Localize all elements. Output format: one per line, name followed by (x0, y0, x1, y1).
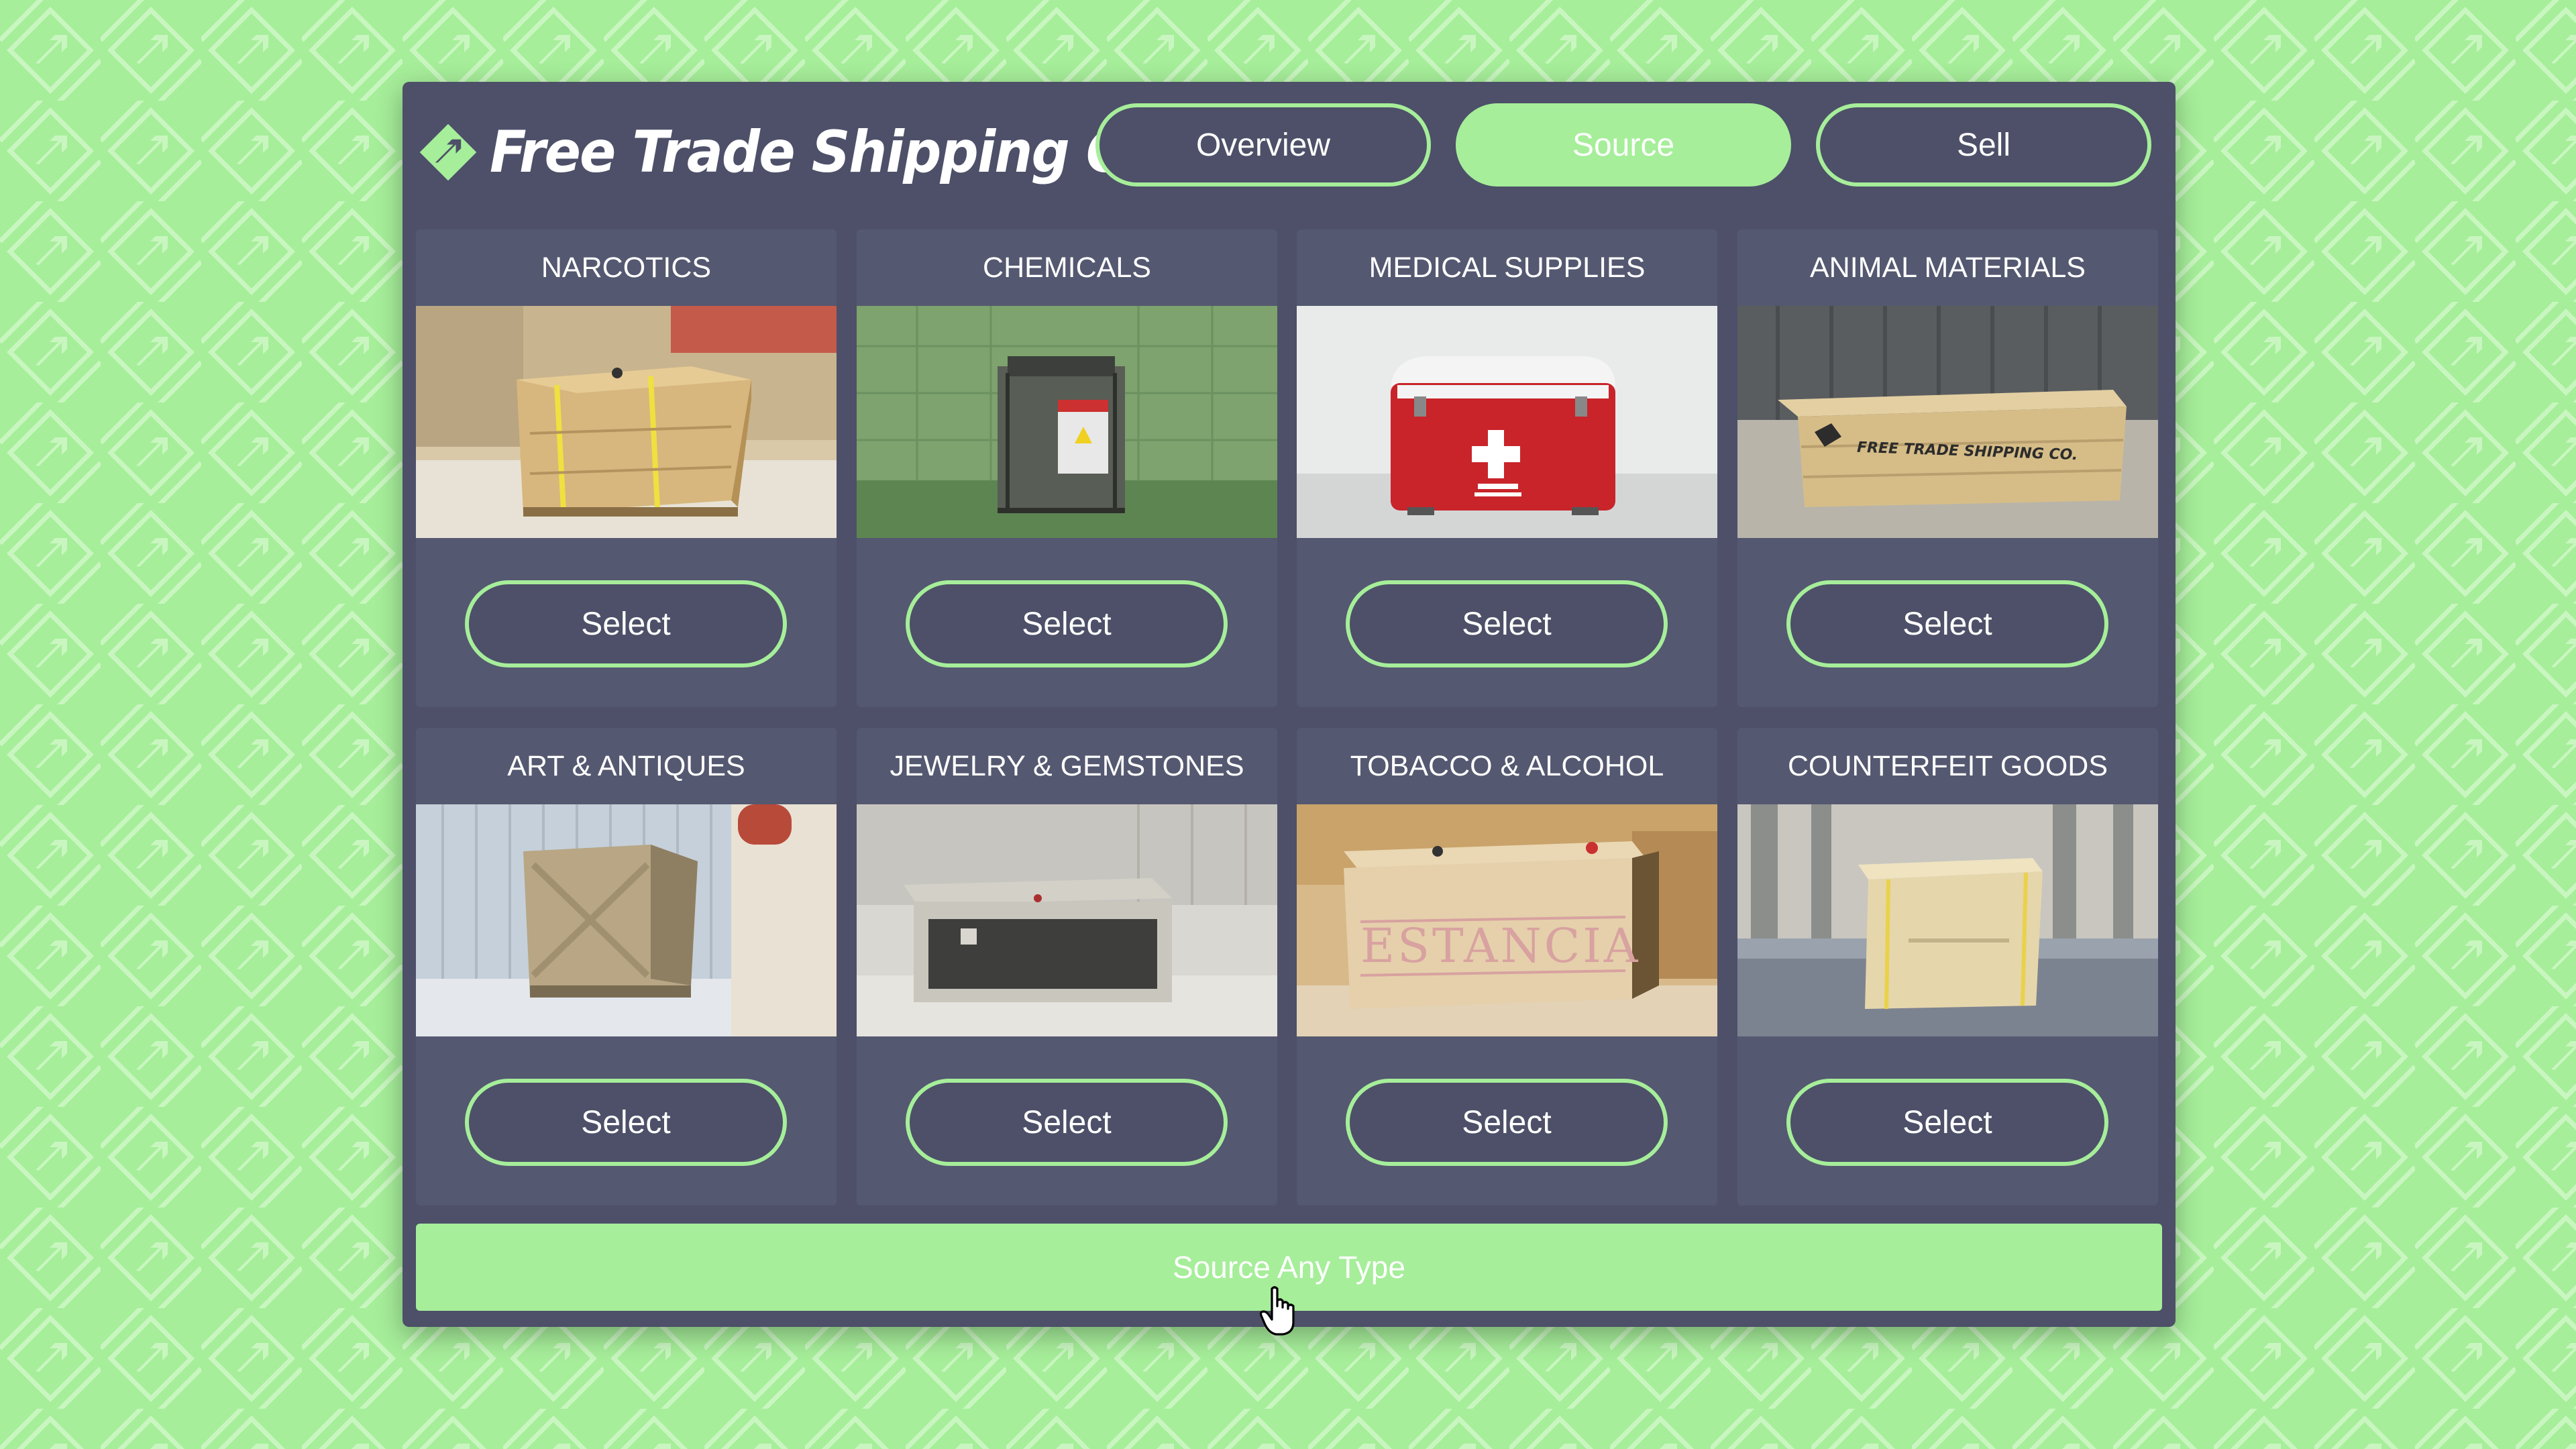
cargo-title: COUNTERFEIT GOODS (1787, 749, 2108, 782)
shipping-tag-icon (419, 123, 477, 181)
cargo-card-animal-materials: ANIMAL MATERIALS FREE TRADE SHIPPING CO.… (1737, 229, 2158, 707)
shipping-panel: Free Trade Shipping Co. Overview Source … (402, 82, 2176, 1327)
select-button-chemicals[interactable]: Select (906, 580, 1228, 667)
cargo-card-tobacco-alcohol: TOBACCO & ALCOHOL ESTANCIA Select (1297, 728, 1717, 1205)
crate-stencil: ESTANCIA (1360, 918, 1640, 973)
cargo-card-chemicals: CHEMICALS Select (857, 229, 1277, 707)
select-button-counterfeit-goods[interactable]: Select (1786, 1079, 2108, 1166)
tab-overview[interactable]: Overview (1095, 103, 1431, 186)
cargo-title: ANIMAL MATERIALS (1810, 251, 2086, 284)
wooden-crate-image (416, 306, 837, 538)
tab-sell[interactable]: Sell (1816, 103, 2151, 186)
cargo-title: NARCOTICS (541, 251, 712, 284)
cargo-card-medical-supplies: MEDICAL SUPPLIES Select (1297, 229, 1717, 707)
cargo-title: MEDICAL SUPPLIES (1368, 251, 1646, 284)
select-button-narcotics[interactable]: Select (465, 580, 787, 667)
select-button-animal-materials[interactable]: Select (1786, 580, 2108, 667)
long-crate-image: FREE TRADE SHIPPING CO. (1737, 306, 2158, 538)
cargo-card-narcotics: NARCOTICS Select (416, 229, 837, 707)
cargo-card-art-antiques: ART & ANTIQUES Select (416, 728, 837, 1205)
hand-pointer-cursor (1259, 1286, 1295, 1336)
metal-case-image (857, 804, 1277, 1036)
tab-source[interactable]: Source (1456, 103, 1791, 186)
slatted-crate-image (416, 804, 837, 1036)
cargo-title: TOBACCO & ALCOHOL (1350, 749, 1664, 782)
select-button-tobacco-alcohol[interactable]: Select (1346, 1079, 1668, 1166)
header: Free Trade Shipping Co. Overview Source … (402, 82, 2176, 223)
brand-title: Free Trade Shipping Co. (490, 119, 1180, 186)
select-button-art-antiques[interactable]: Select (465, 1079, 787, 1166)
cardboard-box-image (1737, 804, 2158, 1036)
chemical-container-image (857, 306, 1277, 538)
cargo-title: JEWELRY & GEMSTONES (890, 749, 1244, 782)
select-button-medical-supplies[interactable]: Select (1346, 580, 1668, 667)
cargo-title: CHEMICALS (983, 251, 1151, 284)
select-button-jewelry-gemstones[interactable]: Select (906, 1079, 1228, 1166)
cargo-card-jewelry-gemstones: JEWELRY & GEMSTONES Select (857, 728, 1277, 1205)
cargo-card-counterfeit-goods: COUNTERFEIT GOODS Select (1737, 728, 2158, 1205)
cargo-title: ART & ANTIQUES (507, 749, 745, 782)
medical-cooler-image (1297, 306, 1717, 538)
estancia-crate-image: ESTANCIA (1297, 804, 1717, 1036)
